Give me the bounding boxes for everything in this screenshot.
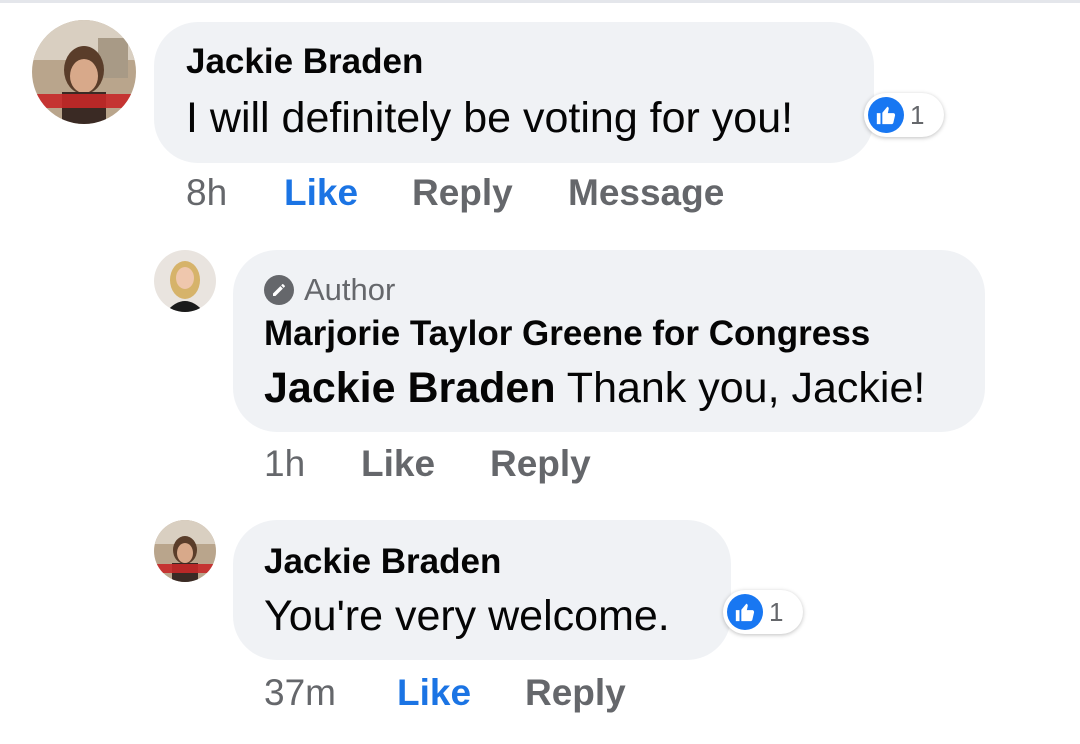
comment-actions: 37m Like Reply: [264, 672, 684, 716]
reaction-count-badge[interactable]: 1: [864, 93, 944, 137]
like-button[interactable]: Like: [284, 172, 358, 214]
like-button[interactable]: Like: [361, 443, 435, 485]
timestamp[interactable]: 8h: [186, 172, 227, 214]
comment-actions: 1h Like Reply: [264, 443, 664, 487]
comment-text-row: Jackie Braden Thank you, Jackie!: [264, 364, 925, 413]
reply-button[interactable]: Reply: [490, 443, 591, 485]
avatar-jackie-braden[interactable]: [154, 520, 216, 582]
thumbs-up-icon: [868, 97, 904, 133]
thumbs-up-icon: [727, 594, 763, 630]
message-button[interactable]: Message: [568, 172, 724, 214]
timestamp[interactable]: 1h: [264, 443, 305, 485]
comment-author[interactable]: Jackie Braden: [186, 42, 423, 82]
comment-text: Thank you, Jackie!: [566, 364, 926, 412]
avatar-jackie-braden[interactable]: [32, 20, 136, 124]
reply-button[interactable]: Reply: [412, 172, 513, 214]
mention-link[interactable]: Jackie Braden: [264, 364, 556, 412]
pencil-icon: [264, 275, 294, 305]
comment-author[interactable]: Marjorie Taylor Greene for Congress: [264, 314, 870, 354]
reaction-count: 1: [910, 99, 925, 130]
top-divider: [0, 0, 1080, 3]
comment-text: I will definitely be voting for you!: [186, 94, 794, 142]
comment-text: You're very welcome.: [264, 592, 670, 640]
author-badge-label: Author: [304, 272, 396, 307]
avatar-marjorie-taylor-greene[interactable]: [154, 250, 216, 312]
timestamp[interactable]: 37m: [264, 672, 336, 714]
comment-actions: 8h Like Reply Message: [186, 172, 786, 216]
reaction-count-badge[interactable]: 1: [723, 590, 803, 634]
like-button[interactable]: Like: [397, 672, 471, 714]
comment-author[interactable]: Jackie Braden: [264, 542, 501, 582]
author-badge: Author: [264, 272, 395, 308]
reply-button[interactable]: Reply: [525, 672, 626, 714]
reaction-count: 1: [769, 596, 784, 627]
